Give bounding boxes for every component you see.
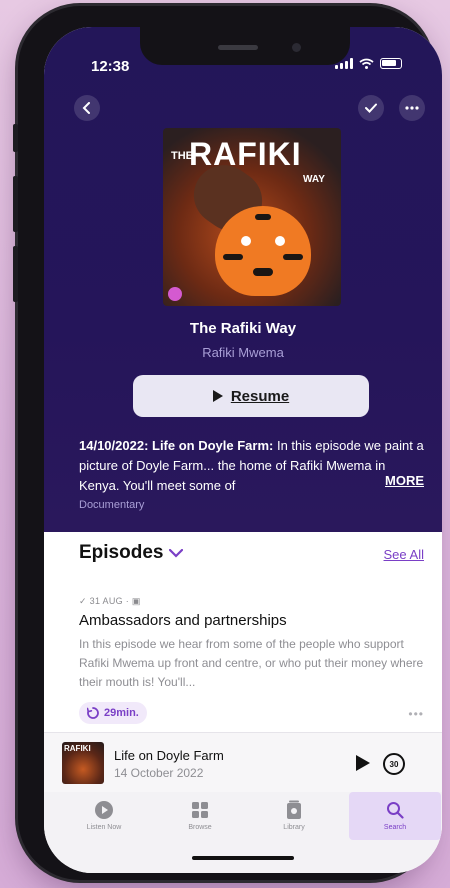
see-all-link[interactable]: See All bbox=[384, 547, 424, 562]
more-options-button[interactable] bbox=[399, 95, 425, 121]
wifi-icon bbox=[359, 58, 374, 69]
battery-icon bbox=[380, 58, 402, 69]
episode-play-button[interactable]: 29min. bbox=[79, 702, 147, 724]
home-indicator bbox=[192, 856, 294, 860]
more-link[interactable]: MORE bbox=[385, 473, 424, 488]
mini-artwork-lettering: RAFIKI bbox=[64, 744, 91, 753]
speaker-grille bbox=[218, 45, 258, 50]
artwork-tiger-toy bbox=[215, 206, 311, 296]
status-time: 12:38 bbox=[91, 58, 130, 75]
action-button bbox=[13, 124, 18, 152]
search-icon bbox=[384, 799, 406, 821]
tab-library[interactable]: Library bbox=[248, 792, 340, 840]
episodes-heading-label: Episodes bbox=[79, 542, 164, 563]
ellipsis-icon bbox=[405, 106, 419, 110]
play-circle-icon bbox=[93, 799, 115, 821]
resume-circle-icon bbox=[87, 707, 99, 719]
episode-title: Ambassadors and partnerships bbox=[79, 612, 287, 629]
tab-label: Browse bbox=[188, 824, 212, 831]
podcast-artwork[interactable]: THE RAFIKI WAY bbox=[163, 128, 341, 306]
checkmark-icon bbox=[365, 103, 377, 113]
podcast-title: The Rafiki Way bbox=[189, 320, 297, 337]
episode-duration: 29min. bbox=[104, 707, 139, 719]
play-icon bbox=[212, 390, 223, 402]
tab-bar: Listen Now Browse Library Search bbox=[44, 792, 442, 873]
resume-label: Resume bbox=[230, 387, 290, 405]
artwork-badge-icon bbox=[168, 287, 182, 301]
episode-description: In this episode we hear from some of the… bbox=[79, 637, 424, 689]
phone-frame: 12:38 THE RAFIKI WAY The Rafiki Way Rafi… bbox=[13, 6, 442, 880]
episode-more-button[interactable]: ••• bbox=[408, 707, 424, 721]
mini-player[interactable]: RAFIKI Life on Doyle Farm 14 October 202… bbox=[44, 732, 442, 792]
episode-meta: ✓ 31 AUG · ▣ bbox=[79, 596, 141, 606]
follow-button[interactable] bbox=[358, 95, 384, 121]
library-icon bbox=[283, 799, 305, 821]
status-icons bbox=[335, 58, 402, 69]
volume-down-button bbox=[13, 246, 18, 302]
chevron-left-icon bbox=[82, 102, 90, 114]
skip-forward-30-button[interactable]: 30 bbox=[383, 753, 405, 775]
back-button[interactable] bbox=[74, 95, 100, 121]
podcast-header: 12:38 THE RAFIKI WAY The Rafiki Way Rafi… bbox=[44, 27, 442, 532]
episodes-heading[interactable]: Episodes bbox=[79, 542, 184, 564]
podcast-genre: Documentary bbox=[79, 499, 145, 511]
screen: 12:38 THE RAFIKI WAY The Rafiki Way Rafi… bbox=[44, 27, 442, 873]
front-camera bbox=[292, 43, 301, 52]
tab-browse[interactable]: Browse bbox=[154, 792, 246, 840]
mini-player-artwork: RAFIKI bbox=[62, 742, 104, 784]
description-episode-heading: 14/10/2022: Life on Doyle Farm: bbox=[79, 438, 274, 453]
notch bbox=[140, 27, 350, 65]
resume-button[interactable]: Resume bbox=[133, 375, 369, 417]
skip-forward-label: 30 bbox=[389, 759, 399, 769]
chevron-down-icon bbox=[169, 548, 184, 558]
tab-label: Search bbox=[383, 824, 407, 831]
grid-icon bbox=[189, 799, 211, 821]
tab-search[interactable]: Search bbox=[349, 792, 441, 840]
play-button[interactable] bbox=[355, 754, 371, 772]
mini-player-date: 14 October 2022 bbox=[114, 766, 204, 780]
tab-listen-now[interactable]: Listen Now bbox=[58, 792, 150, 840]
podcast-description: 14/10/2022: Life on Doyle Farm: In this … bbox=[79, 436, 425, 496]
mini-player-title: Life on Doyle Farm bbox=[114, 748, 224, 763]
volume-up-button bbox=[13, 176, 18, 232]
tab-label: Library bbox=[283, 824, 305, 831]
tab-label: Listen Now bbox=[86, 824, 122, 831]
podcast-author[interactable]: Rafiki Mwema bbox=[44, 345, 442, 360]
